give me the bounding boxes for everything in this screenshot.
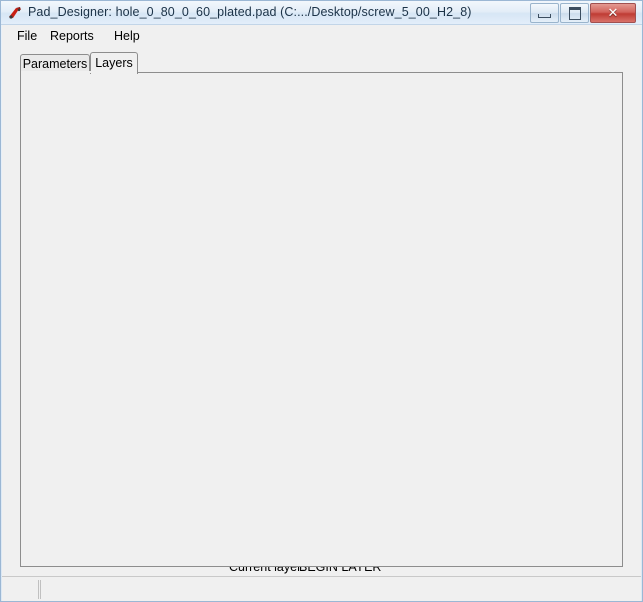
close-button[interactable]: ✕ [590, 3, 636, 23]
pad-designer-window: Pad_Designer: hole_0_80_0_60_plated.pad … [0, 0, 643, 602]
tab-page-layers [20, 72, 623, 567]
tab-strip: Parameters Layers [20, 51, 625, 74]
menu-item-file[interactable]: File [10, 28, 44, 45]
status-bar [2, 576, 641, 601]
tab-seam [21, 71, 137, 73]
status-bar-pane-left [5, 580, 39, 599]
menu-item-reports[interactable]: Reports [43, 28, 101, 45]
menu-item-help[interactable]: Help [107, 28, 147, 45]
pad-designer-icon [7, 5, 23, 21]
menu-bar: File Reports Help [2, 25, 641, 47]
window-title: Pad_Designer: hole_0_80_0_60_plated.pad … [28, 5, 472, 19]
client-area: File Reports Help Parameters Layers Pads… [2, 25, 641, 576]
maximize-icon [561, 4, 588, 22]
minimize-icon [531, 4, 558, 22]
maximize-button[interactable] [560, 3, 589, 23]
minimize-button[interactable] [530, 3, 559, 23]
status-bar-pane-main [40, 580, 637, 599]
title-bar: Pad_Designer: hole_0_80_0_60_plated.pad … [1, 1, 642, 25]
close-icon: ✕ [607, 5, 619, 21]
